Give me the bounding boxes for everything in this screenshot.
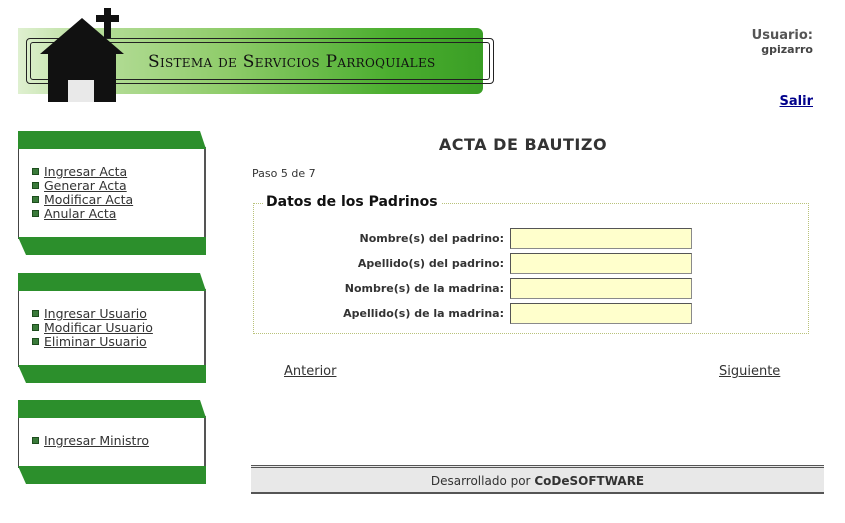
menu-link[interactable]: Generar Acta (44, 178, 127, 193)
field-label: Nombre(s) del padrino: (359, 232, 504, 245)
menu-item-modificar-usuario[interactable]: Modificar Usuario (32, 321, 153, 335)
field-label: Apellido(s) del padrino: (357, 257, 504, 270)
menu-top-bar (18, 400, 206, 418)
username: gpizarro (761, 43, 813, 56)
bullet-icon (32, 310, 39, 317)
menu-item-eliminar-usuario[interactable]: Eliminar Usuario (32, 335, 153, 349)
menu-link[interactable]: Ingresar Acta (44, 164, 127, 179)
nombre-padrino-input[interactable] (510, 228, 692, 249)
footer-company: CoDeSOFTWARE (534, 474, 645, 488)
field-label: Nombre(s) de la madrina: (344, 282, 504, 295)
bullet-icon (32, 182, 39, 189)
menu-top-bar (18, 131, 206, 149)
bullet-icon (32, 168, 39, 175)
bullet-icon (32, 196, 39, 203)
menu-link[interactable]: Eliminar Usuario (44, 334, 147, 349)
menu-link[interactable]: Modificar Acta (44, 192, 133, 207)
bullet-icon (32, 437, 39, 444)
header-banner: Sistema de Servicios Parroquiales (18, 8, 498, 108)
user-info: Usuario: gpizarro (752, 28, 813, 56)
menu-item-generar-acta[interactable]: Generar Acta (32, 179, 133, 193)
field-label: Apellido(s) de la madrina: (343, 307, 504, 320)
menu-link[interactable]: Ingresar Ministro (44, 433, 149, 448)
menu-actas: Ingresar Acta Generar Acta Modificar Act… (18, 131, 206, 255)
form-row-apellido-madrina: Apellido(s) de la madrina: (253, 303, 809, 325)
bullet-icon (32, 338, 39, 345)
menu-item-anular-acta[interactable]: Anular Acta (32, 207, 133, 221)
menu-usuarios: Ingresar Usuario Modificar Usuario Elimi… (18, 273, 206, 383)
bullet-icon (32, 210, 39, 217)
menu-bottom-bar (18, 365, 206, 383)
menu-item-ingresar-usuario[interactable]: Ingresar Usuario (32, 307, 153, 321)
form-row-nombre-madrina: Nombre(s) de la madrina: (253, 278, 809, 300)
menu-ministros: Ingresar Ministro (18, 400, 206, 484)
menu-item-ingresar-ministro[interactable]: Ingresar Ministro (32, 434, 149, 448)
menu-top-bar (18, 273, 206, 291)
apellido-madrina-input[interactable] (510, 303, 692, 324)
bullet-icon (32, 324, 39, 331)
logout-link[interactable]: Salir (780, 94, 813, 109)
menu-item-modificar-acta[interactable]: Modificar Acta (32, 193, 133, 207)
menu-item-ingresar-acta[interactable]: Ingresar Acta (32, 165, 133, 179)
menu-link[interactable]: Ingresar Usuario (44, 306, 147, 321)
page-title: ACTA DE BAUTIZO (438, 135, 608, 154)
previous-link[interactable]: Anterior (284, 364, 336, 379)
church-logo-icon (40, 8, 124, 102)
footer: Desarrollado por CoDeSOFTWARE (251, 465, 824, 494)
nombre-madrina-input[interactable] (510, 278, 692, 299)
step-indicator: Paso 5 de 7 (252, 167, 316, 180)
section-title: Datos de los Padrinos (263, 194, 441, 210)
apellido-padrino-input[interactable] (510, 253, 692, 274)
menu-link[interactable]: Anular Acta (44, 206, 116, 221)
user-label: Usuario: (751, 28, 813, 43)
footer-prefix: Desarrollado por (430, 474, 531, 488)
menu-list: Ingresar Acta Generar Acta Modificar Act… (32, 165, 133, 221)
system-title: Sistema de Servicios Parroquiales (148, 52, 436, 72)
next-link[interactable]: Siguiente (719, 364, 780, 379)
menu-list: Ingresar Ministro (32, 434, 149, 448)
menu-bottom-bar (18, 466, 206, 484)
menu-list: Ingresar Usuario Modificar Usuario Elimi… (32, 307, 153, 349)
menu-link[interactable]: Modificar Usuario (44, 320, 153, 335)
form-row-apellido-padrino: Apellido(s) del padrino: (253, 253, 809, 275)
menu-bottom-bar (18, 237, 206, 255)
form-row-nombre-padrino: Nombre(s) del padrino: (253, 228, 809, 250)
